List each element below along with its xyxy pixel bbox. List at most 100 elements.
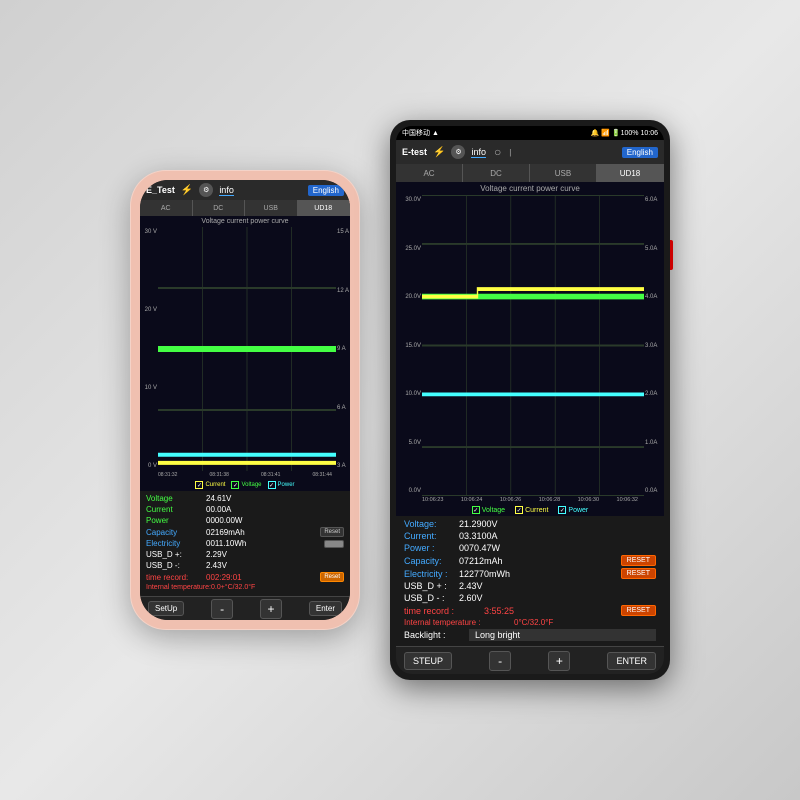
data-current: Current 00.00A xyxy=(146,505,344,514)
data-usb-minus: USB_D -: 2.43V xyxy=(146,561,344,570)
android-tab-usb[interactable]: USB xyxy=(530,164,597,182)
info-tab[interactable]: info xyxy=(219,185,234,196)
android-setup-button[interactable]: STEUP xyxy=(404,652,452,670)
tab-ud18[interactable]: UD18 xyxy=(298,200,351,216)
android-time-reset[interactable]: RESET xyxy=(621,605,656,616)
android-chart-canvas: 30.0V 25.0V 20.0V 15.0V 10.0V 5.0V 0.0V xyxy=(396,195,664,496)
android-settings-icon: ⚙ xyxy=(451,145,465,159)
android-chart-area: Voltage current power curve 30.0V 25.0V … xyxy=(396,182,664,516)
android-chart-bottom: 10:06:23 10:06:24 10:06:26 10:06:28 10:0… xyxy=(396,496,664,516)
android-chart-title: Voltage current power curve xyxy=(396,182,664,195)
plus-button[interactable]: + xyxy=(260,599,282,619)
android-minus-button[interactable]: - xyxy=(489,651,511,671)
iphone-y-axis-left: 30 V 20 V 10 V 0 V xyxy=(140,227,158,471)
legend-power: Power xyxy=(268,481,295,489)
iphone-tab-bar: AC DC USB UD18 xyxy=(140,200,350,216)
android-data-usb-plus: USB_D + : 2.43V xyxy=(404,581,656,591)
android-data-power: Power : 0070.47W xyxy=(404,543,656,553)
data-power: Power 0000.00W xyxy=(146,516,344,525)
android-plus-button[interactable]: + xyxy=(548,651,570,671)
android-radio-icon: ○ xyxy=(494,145,501,159)
iphone-data-section: Voltage 24.61V Current 00.00A Power 0000… xyxy=(140,491,350,596)
iphone-chart-inner xyxy=(158,227,336,471)
android-y-axis-right: 6.0A 5.0A 4.0A 3.0A 2.0A 1.0A 0.0A xyxy=(644,195,664,496)
iphone-y-axis-right: 15 A 12 A 9 A 6 A 3 A xyxy=(336,227,350,471)
android-electricity-reset[interactable]: RESET xyxy=(621,568,656,579)
android-app-name: E-test xyxy=(402,147,427,157)
legend-current: Current xyxy=(195,481,225,489)
android-tab-bar: AC DC USB UD18 xyxy=(396,164,664,182)
iphone-device: E_Test ⚡ ⚙ info English AC DC USB UD18 V… xyxy=(130,170,360,630)
tab-ac[interactable]: AC xyxy=(140,200,193,216)
android-current-checkbox[interactable] xyxy=(515,506,523,514)
voltage-checkbox[interactable] xyxy=(231,481,239,489)
android-radio-icon2: | xyxy=(509,148,511,157)
android-data-capacity: Capacity: 07212mAh RESET xyxy=(404,555,656,566)
setup-button[interactable]: SetUp xyxy=(148,601,184,616)
english-button[interactable]: English xyxy=(308,185,344,196)
android-chart-svg xyxy=(422,195,644,496)
data-voltage: Voltage 24.61V xyxy=(146,494,344,503)
android-data-backlight: Backlight : Long bright xyxy=(404,629,656,641)
android-data-temp: Internal temperature : 0°C/32.0°F xyxy=(404,618,656,627)
current-checkbox[interactable] xyxy=(195,481,203,489)
electricity-reset-button[interactable] xyxy=(324,540,344,548)
iphone-chart-bottom: 08:31:32 08:31:38 08:31:41 08:31:44 Curr… xyxy=(140,471,350,491)
android-info-tab[interactable]: info xyxy=(471,147,486,158)
android-side-button xyxy=(670,240,673,270)
android-legend-current: Current xyxy=(515,506,548,514)
android-enter-button[interactable]: ENTER xyxy=(607,652,656,670)
android-voltage-checkbox[interactable] xyxy=(472,506,480,514)
legend-voltage: Voltage xyxy=(231,481,261,489)
android-header: E-test ⚡ ⚙ info ○ | English xyxy=(396,140,664,164)
android-chart-inner xyxy=(422,195,644,496)
android-data-section: Voltage: 21.2900V Current: 03.3100A Powe… xyxy=(396,516,664,646)
tab-dc[interactable]: DC xyxy=(193,200,246,216)
iphone-chart-svg xyxy=(158,227,336,471)
android-device: 中国移动 ▲ 🔔 📶 🔋100% 10:06 E-test ⚡ ⚙ info ○… xyxy=(390,120,670,680)
iphone-chart-legend: Current Voltage Power xyxy=(140,479,350,491)
android-x-axis: 10:06:23 10:06:24 10:06:26 10:06:28 10:0… xyxy=(396,496,664,504)
android-tab-dc[interactable]: DC xyxy=(463,164,530,182)
android-chart-legend: Voltage Current Power xyxy=(396,504,664,516)
android-data-electricity: Electricity : 122770mWh RESET xyxy=(404,568,656,579)
time-reset-button[interactable]: Reset xyxy=(320,572,344,582)
iphone-header: E_Test ⚡ ⚙ info English xyxy=(140,180,350,200)
android-bluetooth-icon: ⚡ xyxy=(433,147,445,158)
android-capacity-reset[interactable]: RESET xyxy=(621,555,656,566)
data-usb-plus: USB_D +: 2.29V xyxy=(146,550,344,559)
android-power-checkbox[interactable] xyxy=(558,506,566,514)
android-status-bar: 中国移动 ▲ 🔔 📶 🔋100% 10:06 xyxy=(396,126,664,140)
android-app-screen: 中国移动 ▲ 🔔 📶 🔋100% 10:06 E-test ⚡ ⚙ info ○… xyxy=(396,126,664,674)
android-data-voltage: Voltage: 21.2900V xyxy=(404,519,656,529)
status-icons: 🔔 📶 🔋100% 10:06 xyxy=(591,129,658,137)
android-english-button[interactable]: English xyxy=(622,147,658,158)
capacity-reset-button[interactable]: Reset xyxy=(320,527,344,537)
scene: E_Test ⚡ ⚙ info English AC DC USB UD18 V… xyxy=(0,0,800,800)
android-legend-voltage: Voltage xyxy=(472,506,505,514)
android-data-current: Current: 03.3100A xyxy=(404,531,656,541)
iphone-chart-canvas: 30 V 20 V 10 V 0 V xyxy=(140,227,350,471)
power-checkbox[interactable] xyxy=(268,481,276,489)
data-time: time record: 002:29:01 Reset xyxy=(146,572,344,582)
data-capacity: Capacity 02169mAh Reset xyxy=(146,527,344,537)
android-tab-ac[interactable]: AC xyxy=(396,164,463,182)
settings-icon: ⚙ xyxy=(199,183,213,197)
iphone-x-axis: 08:31:32 08:31:38 08:31:41 08:31:44 xyxy=(140,471,350,479)
enter-button[interactable]: Enter xyxy=(309,601,342,616)
android-bottom-bar: STEUP - + ENTER xyxy=(396,646,664,674)
android-y-axis-left: 30.0V 25.0V 20.0V 15.0V 10.0V 5.0V 0.0V xyxy=(396,195,422,496)
data-temp: Internal temperature: 0.0+°C/32.0°F xyxy=(146,584,344,591)
android-tab-ud18[interactable]: UD18 xyxy=(597,164,664,182)
minus-button[interactable]: - xyxy=(211,599,233,619)
bluetooth-icon: ⚡ xyxy=(181,185,193,196)
carrier-text: 中国移动 ▲ xyxy=(402,128,439,138)
iphone-chart-area: Voltage current power curve 30 V 20 V 10… xyxy=(140,216,350,491)
iphone-app-screen: E_Test ⚡ ⚙ info English AC DC USB UD18 V… xyxy=(140,180,350,620)
data-electricity: Electricity 0011.10Wh xyxy=(146,539,344,548)
tab-usb[interactable]: USB xyxy=(245,200,298,216)
android-data-time: time record : 3:55:25 RESET xyxy=(404,605,656,616)
android-data-usb-minus: USB_D - : 2.60V xyxy=(404,593,656,603)
iphone-app-name: E_Test xyxy=(146,185,175,195)
iphone-bottom-bar: SetUp - + Enter xyxy=(140,596,350,620)
